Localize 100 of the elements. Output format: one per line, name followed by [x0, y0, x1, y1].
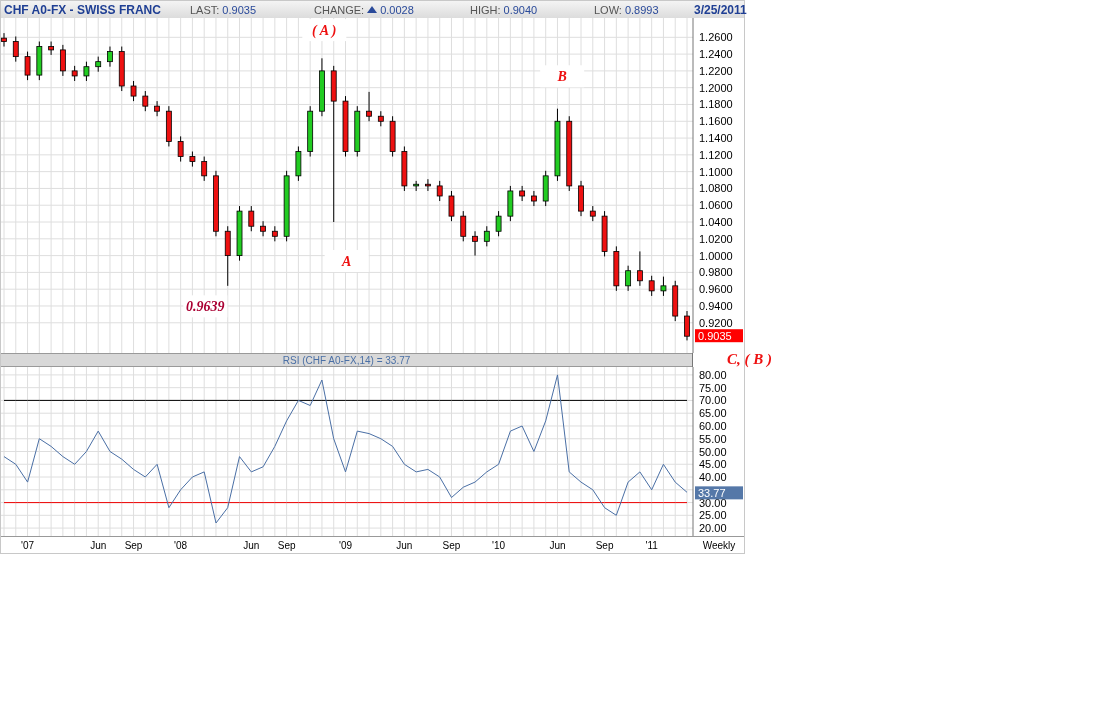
- candlestick: [401, 145, 408, 192]
- candlestick: [519, 185, 526, 202]
- candlestick: [483, 225, 490, 247]
- candlestick: [507, 185, 514, 222]
- candlestick: [83, 61, 90, 82]
- candlestick: [1, 32, 7, 48]
- candlestick: [177, 135, 184, 163]
- candlestick: [589, 205, 596, 222]
- axis-label: 0.9600: [699, 283, 733, 296]
- axis-label: 1.2000: [699, 81, 733, 94]
- candlestick: [542, 170, 549, 207]
- axis-label: 0.9200: [699, 316, 733, 329]
- axis-label: 70.00: [699, 394, 727, 407]
- axis-label: 0.9800: [699, 266, 733, 279]
- axis-label: 80.00: [699, 368, 727, 381]
- candlestick: [425, 178, 431, 192]
- candlestick: [366, 91, 372, 122]
- field-value: 0.8993: [624, 3, 659, 16]
- candlestick: [637, 250, 643, 287]
- axis-label: Sep: [124, 540, 143, 551]
- candlestick: [495, 210, 502, 237]
- candlestick: [531, 190, 537, 207]
- candlestick: [189, 151, 196, 168]
- candlestick: [648, 275, 655, 297]
- axis-label: 1.0000: [699, 249, 733, 262]
- annotation-label: 0.9639: [183, 295, 228, 318]
- axis-label: 1.0200: [699, 232, 733, 245]
- candlestick: [107, 46, 113, 68]
- candlestick: [307, 105, 314, 158]
- candlestick: [130, 80, 137, 102]
- field-label: HIGH:: [470, 3, 501, 16]
- axis-label: Jun: [396, 540, 413, 551]
- axis-label: 55.00: [699, 432, 727, 445]
- field-label: CHANGE:: [314, 3, 365, 16]
- candlestick: [460, 210, 467, 242]
- axis-label: 1.1000: [699, 165, 733, 178]
- axis-label: 1.1400: [699, 132, 733, 145]
- axis-label: '09: [339, 540, 352, 551]
- axis-label: 50.00: [699, 445, 727, 458]
- annotation-label: A: [324, 250, 369, 272]
- annotation-label: C, ( B ): [727, 351, 772, 368]
- axis-label: 1.1800: [699, 98, 733, 111]
- candlestick: [625, 265, 631, 292]
- annotation: ( A ): [312, 23, 337, 40]
- axis-label: 0.9400: [699, 300, 733, 312]
- field-value: 0.0028: [380, 3, 414, 16]
- candlestick: [377, 110, 384, 127]
- candlestick: [36, 41, 43, 81]
- candlestick: [165, 105, 172, 147]
- candlestick: [578, 180, 584, 217]
- axis-label: Jun: [549, 540, 566, 551]
- candlestick: [213, 170, 219, 237]
- axis-label: 25.00: [699, 509, 727, 522]
- axis-label: 65.00: [699, 407, 727, 420]
- candlestick: [248, 205, 255, 232]
- candlestick: [684, 310, 690, 341]
- axis-label: Jun: [90, 540, 107, 551]
- field-label: LAST:: [190, 3, 220, 16]
- up-triangle-icon: [367, 5, 378, 14]
- field-value: 0.9035: [222, 3, 256, 16]
- axis-label: 1.0600: [699, 199, 733, 212]
- axis-label: Sep: [442, 540, 461, 551]
- axis-label: '10: [492, 540, 506, 551]
- candlestick: [48, 41, 54, 56]
- candlestick: [354, 105, 361, 158]
- axis-label: 1.2400: [699, 48, 733, 61]
- candlestick: [260, 220, 266, 237]
- instrument-title: CHF A0-FX - SWISS FRANC: [4, 2, 162, 17]
- candlestick: [201, 156, 208, 182]
- axis-label: 1.0400: [699, 216, 733, 228]
- annotation: A: [341, 254, 352, 269]
- candlestick: [319, 57, 325, 117]
- axis-label: Sep: [595, 540, 614, 551]
- candlestick: [71, 65, 78, 82]
- candlestick: [448, 190, 455, 222]
- axis-label: Jun: [243, 540, 260, 551]
- axis-label: '11: [645, 540, 658, 551]
- date-label: 3/25/2011: [694, 2, 748, 17]
- axis-label: 1.1600: [699, 115, 733, 128]
- annotation-label: ( A ): [302, 19, 347, 42]
- candlestick: [224, 225, 231, 287]
- axis-label: 1.0800: [699, 182, 733, 195]
- candlestick: [613, 245, 620, 292]
- candlestick: [118, 46, 125, 92]
- period-label: Weekly: [702, 540, 736, 551]
- candlestick: [236, 205, 243, 262]
- candlestick: [342, 95, 349, 158]
- axis-label: 20.00: [699, 522, 727, 535]
- candlestick: [413, 180, 420, 192]
- last-value-tag: 33.77: [695, 486, 743, 500]
- candlestick: [24, 51, 31, 81]
- candlestick: [389, 115, 396, 158]
- axis-label: 40.00: [699, 471, 727, 484]
- last-price-tag: 0.9035: [695, 329, 743, 343]
- annotation: B: [556, 69, 567, 85]
- candlestick: [271, 225, 278, 242]
- candlestick: [295, 145, 302, 182]
- field-value: 0.9040: [503, 3, 538, 16]
- candlestick: [142, 90, 149, 112]
- candlestick: [660, 276, 667, 297]
